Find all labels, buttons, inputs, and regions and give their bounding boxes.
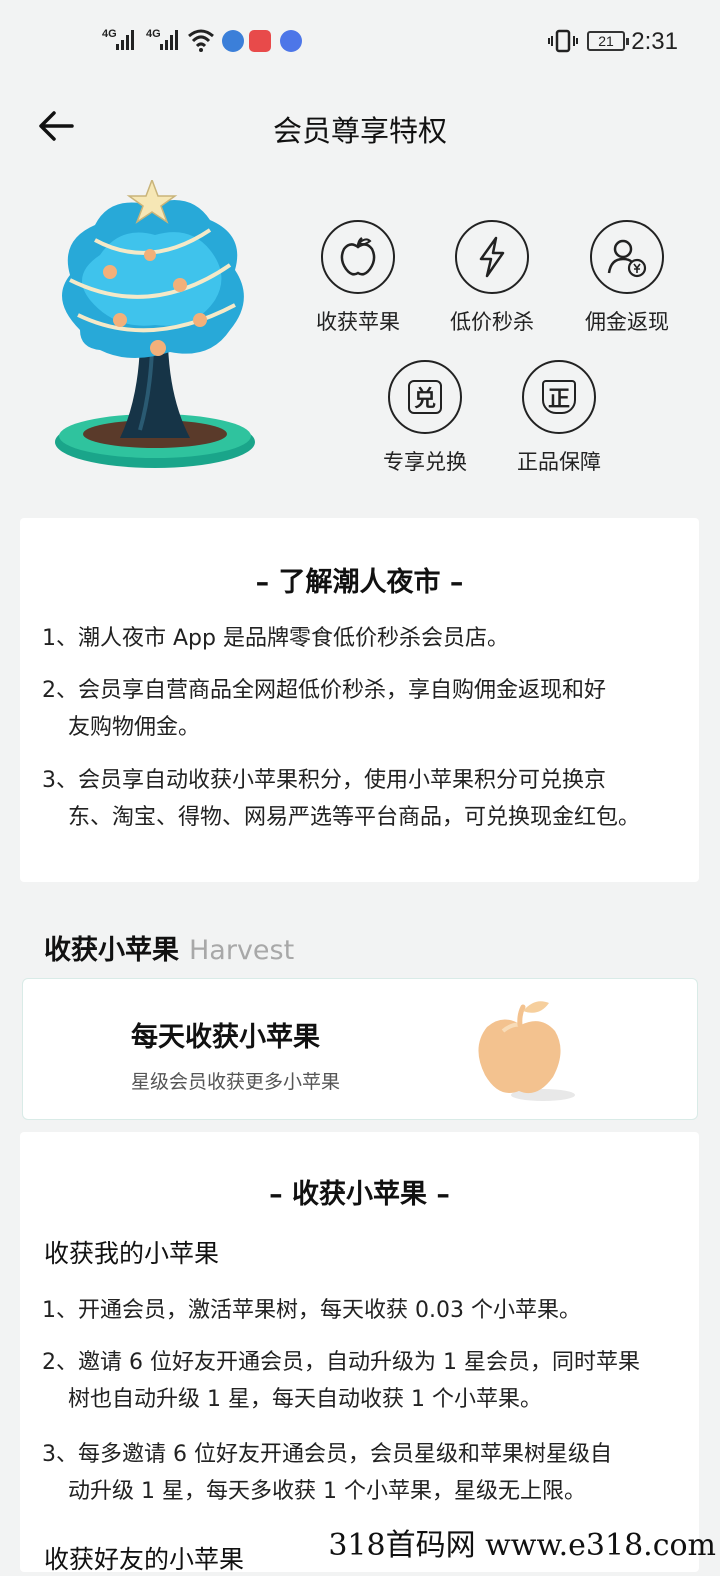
rules-item-1: 1、开通会员，激活苹果树，每天收获 0.03 个小苹果。 xyxy=(42,1298,581,1323)
about-heading: – 了解潮人夜市 – xyxy=(255,567,464,598)
battery-icon: 21 xyxy=(587,31,629,51)
user-cashback-icon xyxy=(607,239,647,278)
feature-flash-sale[interactable]: 低价秒杀 xyxy=(432,220,552,336)
section-title: 收获小苹果 Harvest xyxy=(44,935,295,966)
lightning-icon xyxy=(479,236,505,278)
network-type-2: 4G xyxy=(146,28,161,40)
wifi-icon xyxy=(188,29,214,52)
section-subtitle: Harvest xyxy=(189,935,295,966)
feature-genuine-guarantee[interactable]: 正 正品保障 xyxy=(499,360,619,476)
feature-harvest-apples[interactable]: 收获苹果 xyxy=(298,220,418,336)
status-bar: 4G 4G 21 2:31 xyxy=(0,0,720,84)
top-bar: 会员尊享特权 xyxy=(0,84,720,170)
harvest-card-title: 每天收获小苹果 xyxy=(131,1022,320,1053)
feature-label: 专享兑换 xyxy=(383,450,467,474)
network-type-1: 4G xyxy=(102,28,117,40)
clock: 2:31 xyxy=(631,28,678,55)
feature-label: 佣金返现 xyxy=(585,310,669,334)
vibrate-icon xyxy=(548,29,578,53)
rules-heading: – 收获小苹果 – xyxy=(269,1179,450,1210)
apple-illustration xyxy=(478,1001,575,1101)
about-item-3: 3、会员享自动收获小苹果积分，使用小苹果积分可兑换京 东、淘宝、得物、网易严选等… xyxy=(42,768,641,830)
feature-label: 低价秒杀 xyxy=(450,310,534,334)
feature-label: 收获苹果 xyxy=(316,310,400,334)
shield-genuine-icon: 正 xyxy=(542,380,576,414)
about-item-1: 1、潮人夜市 App 是品牌零食低价秒杀会员店。 xyxy=(42,626,509,651)
page-title: 会员尊享特权 xyxy=(272,114,447,148)
feature-label: 正品保障 xyxy=(517,450,601,474)
harvest-card-subtitle: 星级会员收获更多小苹果 xyxy=(131,1071,341,1093)
feature-exclusive-exchange[interactable]: 兑 专享兑换 xyxy=(365,360,485,476)
harvest-banner-card[interactable]: 每天收获小苹果 星级会员收获更多小苹果 xyxy=(22,978,698,1120)
mail-notification-icon xyxy=(249,30,271,52)
feature-commission-cashback[interactable]: 佣金返现 xyxy=(567,220,687,336)
about-item-2: 2、会员享自营商品全网超低价秒杀，享自购佣金返现和好 友购物佣金。 xyxy=(42,678,606,740)
rules-next-heading: 收获好友的小苹果 xyxy=(44,1545,245,1574)
apple-tree-illustration xyxy=(55,180,255,468)
rules-item-2: 2、邀请 6 位好友开通会员，自动升级为 1 星会员，同时苹果 树也自动升级 1… xyxy=(42,1350,640,1412)
rules-item-3: 3、每多邀请 6 位好友开通会员，会员星级和苹果树星级自 动升级 1 星，每天多… xyxy=(42,1442,612,1504)
app-notification-icon xyxy=(222,30,244,52)
watermark: 318首码网 www.e318.com xyxy=(328,1528,716,1563)
rules-subheading: 收获我的小苹果 xyxy=(44,1239,220,1268)
music-notification-icon xyxy=(280,30,302,52)
exchange-icon: 兑 xyxy=(408,380,442,414)
apple-icon xyxy=(340,237,376,276)
